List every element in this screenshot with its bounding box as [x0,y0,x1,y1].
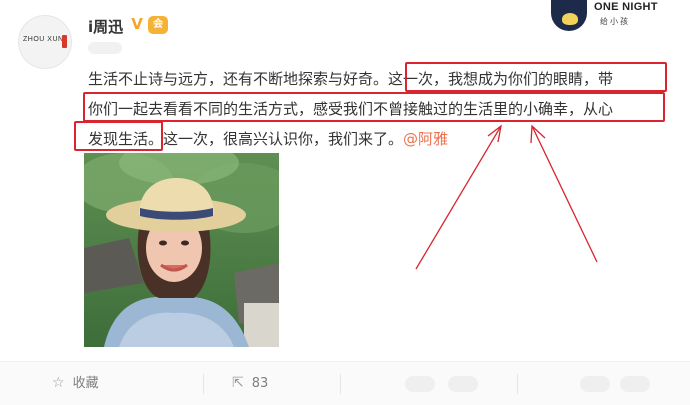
repost-count: 83 [251,376,269,391]
favorite-button[interactable]: ☆ 收藏 [52,362,99,405]
annotation-arrows [415,124,598,270]
like-count-blurred [620,376,650,392]
star-icon: ☆ [52,375,65,391]
divider [517,374,518,394]
comment-button-blurred[interactable] [405,376,435,392]
repost-button[interactable]: ⇱ 83 [232,362,268,405]
action-bar: ☆ 收藏 ⇱ 83 [0,361,690,405]
divider [340,374,341,394]
divider [203,374,204,394]
comment-count-blurred [448,376,478,392]
repost-icon: ⇱ [232,375,244,391]
like-button-blurred[interactable] [580,376,610,392]
favorite-label: 收藏 [72,376,99,391]
